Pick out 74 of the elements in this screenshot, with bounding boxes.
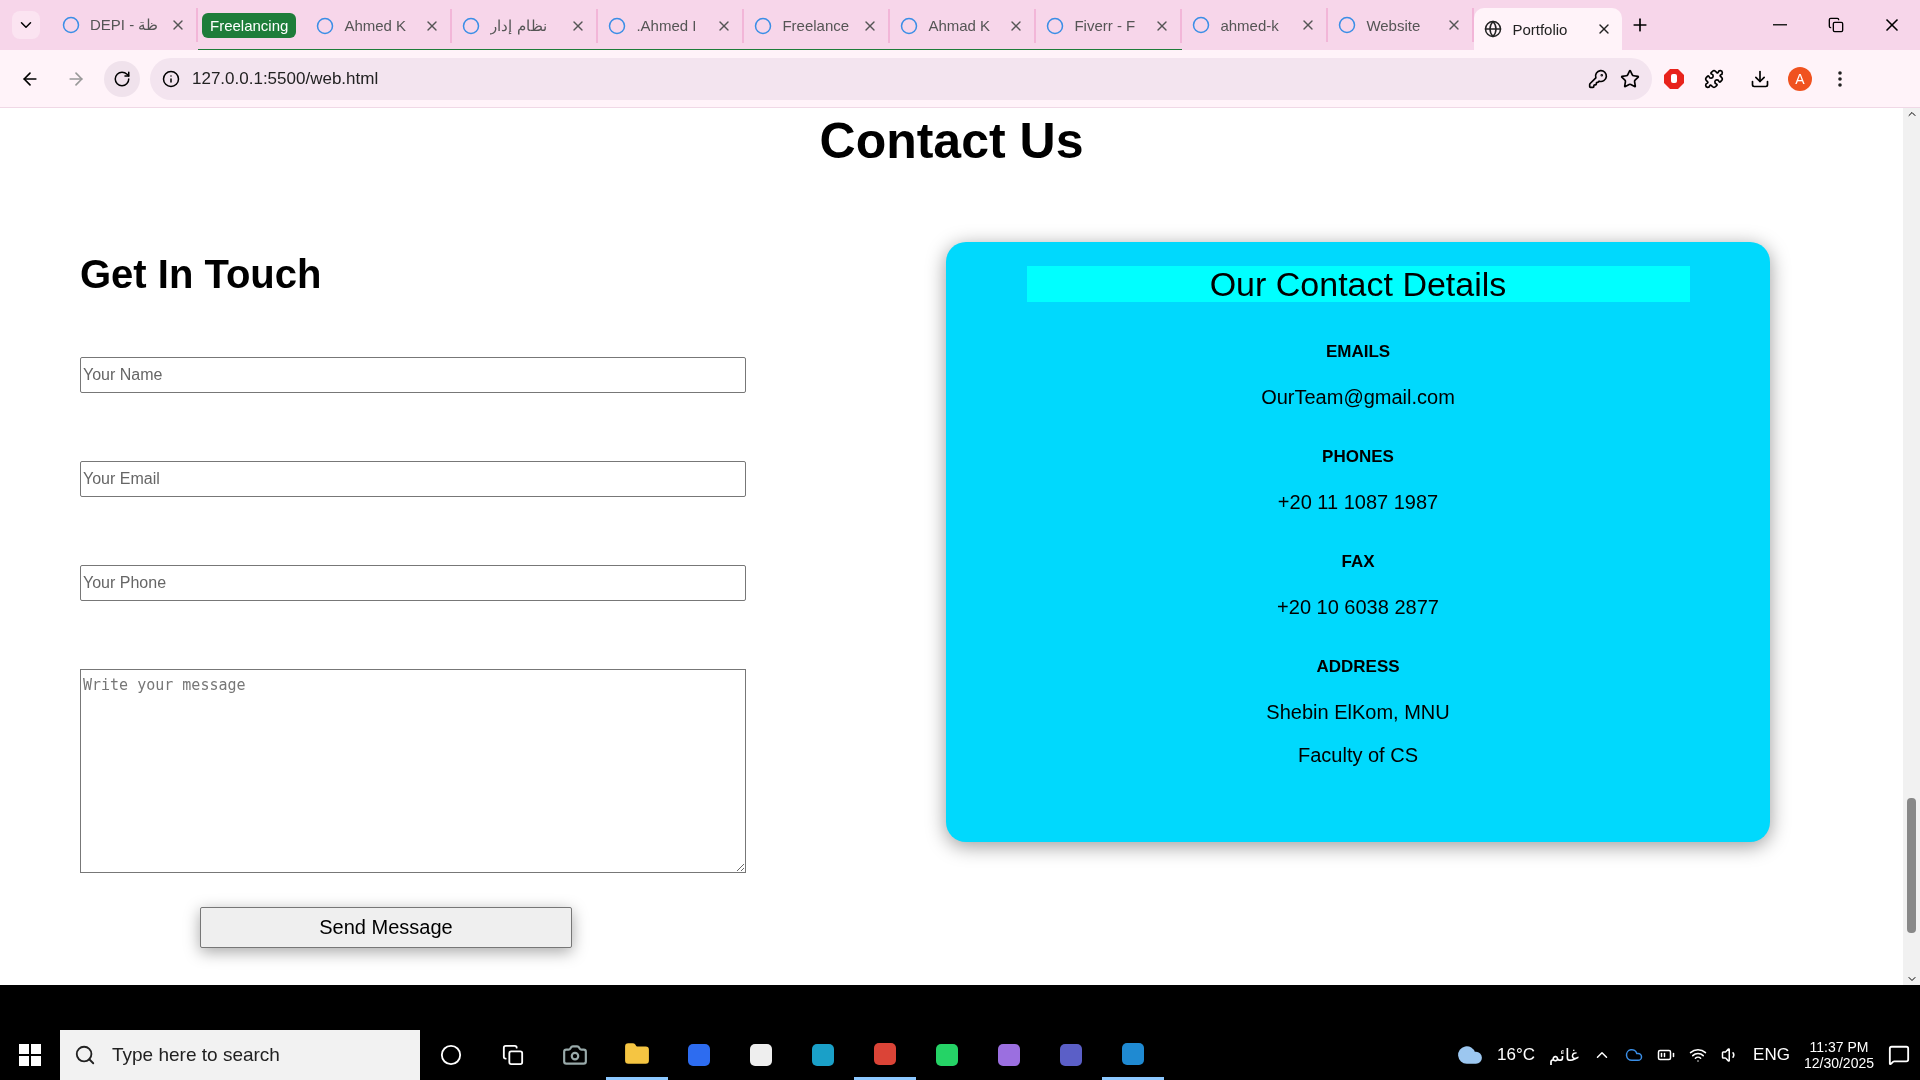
detail-label: EMAILS xyxy=(1325,342,1391,362)
app-icon xyxy=(872,1040,898,1067)
browser-tab[interactable]: Freelance xyxy=(744,8,891,43)
wifi-icon[interactable] xyxy=(1689,1046,1708,1064)
address-bar[interactable]: 127.0.0.1:5500/web.html xyxy=(150,57,1652,100)
circle-icon xyxy=(754,16,773,35)
info-icon[interactable] xyxy=(162,69,180,88)
app-icon xyxy=(996,1042,1022,1068)
circle-icon xyxy=(1338,16,1357,34)
notifications-icon[interactable] xyxy=(1888,1044,1910,1066)
browser-tab[interactable]: Ahmad K xyxy=(890,8,1037,43)
restore-icon xyxy=(1828,17,1844,33)
detail-label: PHONES xyxy=(1322,447,1394,467)
browser-tab[interactable]: Fiverr - F xyxy=(1036,8,1183,43)
weather-condition: غائم xyxy=(1549,1044,1580,1066)
profile-avatar[interactable]: A xyxy=(1788,66,1812,91)
detail-value: +20 11 1087 1987 xyxy=(1277,491,1439,514)
tab-group-label[interactable]: Freelancing xyxy=(202,13,297,38)
language-indicator[interactable]: ENG xyxy=(1753,1045,1790,1065)
app-icon xyxy=(686,1042,712,1068)
reload-icon xyxy=(113,69,131,88)
app-icon xyxy=(748,1042,774,1068)
app-icon xyxy=(1120,1040,1146,1067)
globe-icon xyxy=(1484,20,1503,38)
scrollbar-thumb[interactable] xyxy=(1907,798,1916,933)
browser-tab[interactable]: Portfolio xyxy=(1474,8,1623,50)
detail-value: +20 10 6038 2877 xyxy=(1277,596,1439,619)
taskbar-search-field[interactable]: Type here to search xyxy=(60,1030,420,1080)
circle-icon xyxy=(900,16,919,35)
reload-button[interactable] xyxy=(104,60,140,97)
circle-icon xyxy=(462,16,481,35)
camera-icon xyxy=(562,1042,588,1068)
minimize-icon xyxy=(1773,24,1787,26)
circle-icon xyxy=(440,1044,462,1066)
windows-icon xyxy=(19,1044,41,1066)
input-field[interactable]: Your Email xyxy=(80,461,746,497)
message-field[interactable]: Write your message xyxy=(80,669,746,873)
detail-value: OurTeam@gmail.com xyxy=(1261,386,1455,409)
browser-tab[interactable]: Ahmed K xyxy=(306,8,453,43)
detail-label: ADDRESS xyxy=(1316,657,1400,677)
detail-value: Faculty of CS xyxy=(1297,744,1418,767)
browser-tab[interactable]: نظام إدار xyxy=(452,8,599,43)
download-icon xyxy=(1750,68,1770,89)
circle-icon xyxy=(1192,16,1211,34)
form-heading: Get In Touch xyxy=(80,252,323,297)
circle-icon xyxy=(608,16,627,35)
detail-value: Shebin ElKom, MNU xyxy=(1266,701,1450,724)
detail-label: FAX xyxy=(1341,552,1375,572)
send-button[interactable]: Send Message xyxy=(200,907,572,948)
weather-temperature: 16°C xyxy=(1497,1045,1536,1065)
puzzle-icon xyxy=(1704,68,1724,89)
folder-icon xyxy=(624,1040,650,1067)
app-icon xyxy=(810,1042,836,1068)
circle-icon xyxy=(62,16,80,34)
key-icon[interactable] xyxy=(1588,68,1608,89)
app-icon xyxy=(934,1042,960,1068)
task-view-icon xyxy=(502,1044,524,1066)
menu-icon xyxy=(1838,70,1842,87)
stop-sign-icon[interactable] xyxy=(1662,66,1686,91)
app-icon xyxy=(1058,1042,1084,1068)
circle-icon xyxy=(1046,16,1065,35)
tab-search-button[interactable] xyxy=(12,11,40,39)
input-field[interactable]: Your Name xyxy=(80,357,746,393)
page-title: Contact Us xyxy=(818,112,1085,171)
cloud-icon[interactable] xyxy=(1625,1046,1644,1064)
clock[interactable]: 11:37 PM 12/30/2025 xyxy=(1803,1039,1874,1071)
card-title: Our Contact Details xyxy=(1026,266,1690,302)
browser-tab[interactable]: ahmed-k xyxy=(1182,8,1329,42)
star-icon[interactable] xyxy=(1620,68,1640,89)
browser-tab[interactable]: DEPI - ظة xyxy=(52,8,198,42)
input-field[interactable]: Your Phone xyxy=(80,565,746,601)
browser-tab[interactable]: .Ahmed I xyxy=(598,8,745,43)
search-icon xyxy=(74,1044,96,1066)
circle-icon xyxy=(316,16,335,35)
